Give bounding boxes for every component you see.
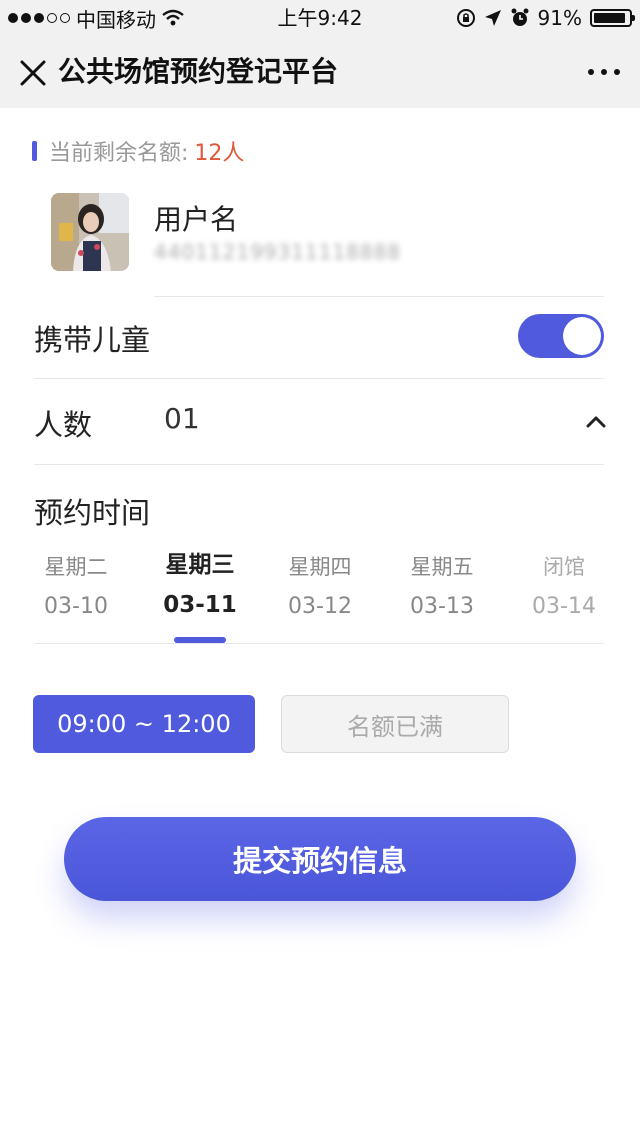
battery-icon <box>590 9 635 27</box>
date-weekday: 星期二 <box>44 555 108 579</box>
people-count-value[interactable]: 01 <box>164 402 200 435</box>
date-weekday: 星期四 <box>288 555 352 579</box>
alarm-icon <box>511 8 529 26</box>
date-weekday: 闭馆 <box>543 555 585 579</box>
time-slot-selected[interactable]: 09:00 ~ 12:00 <box>33 695 255 753</box>
quota-accent-bar <box>32 141 37 161</box>
chevron-up-icon[interactable] <box>584 410 608 434</box>
avatar <box>51 193 129 271</box>
quota-count: 12人 <box>194 141 245 166</box>
quota-label: 当前剩余名额: <box>49 141 189 166</box>
user-id-number: 440112199311118888 <box>154 240 402 264</box>
close-icon[interactable] <box>18 58 48 88</box>
divider <box>34 643 604 644</box>
quota-info: 当前剩余名额: 12人 <box>32 136 244 166</box>
date-option[interactable]: 星期四 03-12 <box>275 552 365 622</box>
date-option[interactable]: 星期二 03-10 <box>31 552 121 622</box>
avatar-image <box>51 193 129 271</box>
date-option[interactable]: 星期五 03-13 <box>397 552 487 622</box>
divider <box>34 378 604 379</box>
status-right: 91% <box>456 0 635 36</box>
battery-percent: 91% <box>537 6 582 30</box>
date-day: 03-14 <box>532 594 596 619</box>
divider <box>34 464 604 465</box>
submit-button[interactable]: 提交预约信息 <box>64 817 576 901</box>
battery-fill <box>594 13 625 23</box>
location-icon <box>484 10 501 26</box>
more-icon[interactable] <box>588 60 620 84</box>
toggle-knob <box>563 317 601 355</box>
date-day: 03-10 <box>44 594 108 619</box>
date-day: 03-11 <box>163 592 237 618</box>
children-toggle[interactable] <box>518 314 604 358</box>
nav-bar: 公共场馆预约登记平台 <box>0 36 640 108</box>
schedule-label: 预约时间 <box>34 496 151 530</box>
people-label: 人数 <box>34 408 93 442</box>
date-option-selected[interactable]: 星期三 03-11 <box>155 550 245 620</box>
date-weekday: 星期三 <box>165 552 235 578</box>
time-slot-full[interactable]: 名额已满 <box>281 695 509 753</box>
divider <box>154 296 604 297</box>
rotation-lock-icon <box>456 9 475 27</box>
children-label: 携带儿童 <box>34 323 151 357</box>
date-day: 03-13 <box>410 594 474 619</box>
date-day: 03-12 <box>288 594 352 619</box>
status-bar: 中国移动 上午9:42 91% <box>0 0 640 36</box>
page-title: 公共场馆预约登记平台 <box>58 55 339 88</box>
user-name: 用户名 <box>154 203 239 236</box>
date-option-closed[interactable]: 闭馆 03-14 <box>519 552 609 622</box>
date-weekday: 星期五 <box>410 555 474 579</box>
